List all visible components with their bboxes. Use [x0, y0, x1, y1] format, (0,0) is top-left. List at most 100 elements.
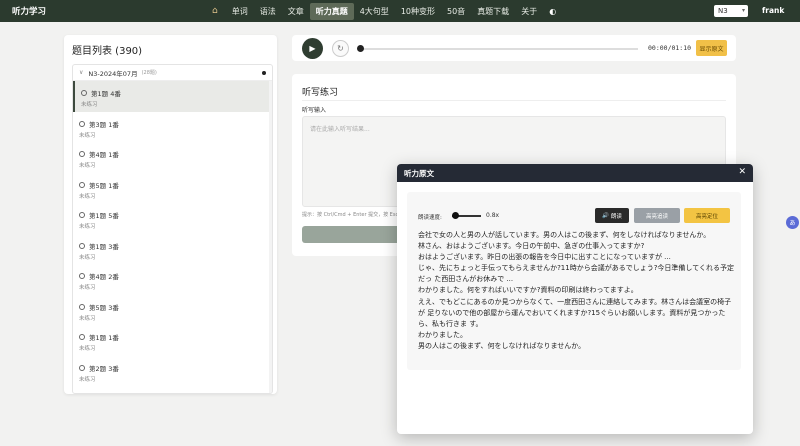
list-item[interactable]: 第4题 1番 未练习 — [73, 142, 272, 173]
level-select-value: N3 — [718, 7, 728, 15]
circle-icon — [79, 273, 85, 279]
transcript-line: わかりました。何をすればいいですか?資料の印刷は終わってますよ。 — [418, 286, 638, 295]
speaker-icon: 🔊 — [602, 212, 609, 219]
group-count: (28题) — [141, 70, 157, 76]
speed-slider-thumb[interactable] — [452, 212, 459, 219]
question-status: 未练习 — [81, 102, 98, 108]
question-status: 未练习 — [79, 254, 96, 261]
circle-icon — [79, 151, 85, 157]
list-item[interactable]: 第2题 3番 未练习 — [73, 356, 272, 387]
read-aloud-button[interactable]: 🔊 朗读 — [595, 208, 629, 223]
refresh-icon: ↻ — [337, 44, 344, 53]
modal-body: 朗读速度: 0.8x 🔊 朗读 高亮追读 高亮定位 会社で女の人と男の人が話して… — [407, 192, 741, 370]
progress-thumb[interactable] — [357, 45, 364, 52]
question-status: 未练习 — [79, 224, 96, 230]
question-list-title: 题目列表 (390) — [72, 46, 143, 57]
highlight-sync-button[interactable]: 高亮追读 — [634, 208, 680, 223]
time-display: 00:00/01:10 — [648, 44, 692, 52]
close-icon[interactable]: ✕ — [738, 167, 746, 177]
read-aloud-label: 朗读 — [610, 213, 622, 220]
list-item[interactable]: 第1题 5番 未练习 — [73, 203, 272, 234]
reload-button[interactable]: ↻ — [332, 40, 349, 57]
speed-value: 0.8x — [486, 212, 500, 219]
question-title: 第1题 5番 — [89, 212, 119, 220]
question-status: 未练习 — [79, 285, 96, 291]
question-title: 第2题 3番 — [89, 364, 119, 373]
nav-item-grammar[interactable]: 语法 — [254, 3, 282, 20]
list-item[interactable]: 第5题 1番 未练习 — [73, 173, 272, 204]
modal-header: 听力原文 — [397, 164, 753, 182]
question-title: 第1题 3番 — [89, 242, 119, 251]
transcript-line: ええ、でもどこにあるのか見つからなくて、一度西田さんに連絡してみます。林さんは会… — [418, 297, 732, 328]
nav-item-conjugations[interactable]: 10种变形 — [395, 3, 441, 20]
divider — [302, 100, 726, 101]
question-status: 未练习 — [79, 132, 96, 139]
transcript-line: おはようございます。昨日の出張の報告を今日中に出すことになっていますが ... — [418, 253, 671, 262]
play-button[interactable]: ▶ — [302, 38, 323, 59]
transcript-line: じゃ、先にちょっと手伝ってもらえませんか?11時から会議があるでしょう?今日準備… — [418, 264, 735, 284]
question-status: 未练习 — [79, 346, 96, 352]
circle-icon — [79, 303, 85, 310]
transcript-line: わかりました。 — [418, 330, 467, 339]
question-title: 第5题 3番 — [89, 303, 119, 312]
circle-icon — [79, 242, 85, 249]
question-title: 第1题 1番 — [89, 334, 119, 342]
user-name[interactable]: frank — [762, 6, 784, 15]
list-item[interactable]: 第1题 1番 未练习 — [73, 325, 272, 356]
audio-player: ▶ ↻ 00:00/01:10 显示原文 — [292, 35, 736, 61]
chevron-down-icon: ▾ — [741, 7, 745, 14]
nav-item-exam-download[interactable]: 真题下载 — [471, 3, 515, 20]
circle-icon — [81, 90, 87, 96]
level-select[interactable]: N3 ▾ — [714, 5, 748, 17]
nav-item-kana[interactable]: 50音 — [441, 3, 471, 20]
question-title: 第4题 2番 — [89, 273, 119, 281]
speed-slider[interactable] — [452, 212, 481, 219]
question-status: 未练习 — [79, 376, 96, 383]
highlight-locate-button[interactable]: 高亮定位 — [684, 208, 730, 223]
play-icon: ▶ — [309, 44, 316, 53]
circle-icon — [79, 120, 85, 127]
top-navbar: 听力学习 ⌂ 单词 语法 文章 听力真题 4大句型 10种变形 50音 真题下载… — [0, 0, 800, 22]
circle-icon — [79, 334, 85, 340]
status-dot — [262, 70, 266, 75]
highlight-sync-label: 高亮追读 — [645, 213, 668, 220]
dictation-hint: 提示：按 Ctrl/Cmd + Enter 提交，按 Esc — [302, 212, 399, 218]
nav-item-sentence-patterns[interactable]: 4大句型 — [354, 3, 395, 20]
palette-icon[interactable]: ◐ — [543, 4, 562, 19]
progress-bar[interactable] — [357, 45, 638, 52]
question-title: 第4题 1番 — [89, 151, 119, 159]
chevron-down-icon: ∨ — [79, 69, 84, 76]
nav-item-words[interactable]: 单词 — [226, 3, 254, 20]
transcript-line: 男の人はこの後まず、何をしなければなりませんか。 — [418, 341, 586, 350]
speed-label: 朗读速度: — [418, 215, 442, 221]
group-header[interactable]: ∨ N3-2024年07月 (28题) — [73, 65, 272, 81]
circle-icon — [79, 181, 85, 188]
transcript-text: 会社で女の人と男の人が話しています。男の人はこの後まず、何をしなければなりません… — [418, 230, 734, 352]
question-title: 第3题 1番 — [89, 120, 119, 129]
show-transcript-button[interactable]: 显示原文 — [696, 40, 727, 56]
circle-icon — [79, 212, 85, 218]
question-status: 未练习 — [79, 193, 96, 200]
app-title[interactable]: 听力学习 — [12, 5, 202, 17]
transcript-line: 林さん、おはようございます。今日の午前中、急ぎの仕事入ってますか? — [418, 242, 645, 251]
question-title: 第1题 4番 — [91, 90, 121, 98]
question-status: 未练习 — [79, 163, 96, 169]
dictation-title: 听写练习 — [302, 88, 339, 98]
list-item[interactable]: 第5题 3番 未练习 — [73, 295, 272, 326]
transcript-line: 会社で女の人と男の人が話しています。男の人はこの後まず、何をしなければなりません… — [418, 231, 711, 239]
dictation-input-label: 听写输入 — [302, 107, 327, 114]
list-item[interactable]: 第1题 4番 未练习 — [73, 81, 272, 112]
group-name: N3-2024年07月 — [88, 69, 138, 78]
nav-item-about[interactable]: 关于 — [515, 3, 543, 20]
main-nav: ⌂ 单词 语法 文章 听力真题 4大句型 10种变形 50音 真题下载 关于 ◐ — [204, 2, 562, 20]
list-item[interactable]: 第3题 1番 未练习 — [73, 112, 272, 143]
scrollbar[interactable] — [269, 81, 272, 393]
list-item[interactable]: 第1题 3番 未练习 — [73, 234, 272, 265]
nav-item-articles[interactable]: 文章 — [282, 3, 310, 20]
list-item[interactable]: 第4题 2番 未练习 — [73, 264, 272, 295]
nav-item-listening-exams[interactable]: 听力真题 — [309, 2, 354, 20]
transcript-modal: 听力原文 ✕ 朗读速度: 0.8x 🔊 朗读 高亮追读 高亮定位 会社で女の人と… — [397, 164, 753, 434]
question-group: ∨ N3-2024年07月 (28题) 第1题 4番 未练习 第3题 1番 未练… — [72, 64, 273, 394]
home-icon[interactable]: ⌂ — [204, 6, 226, 16]
translate-icon[interactable]: あ — [786, 216, 799, 229]
